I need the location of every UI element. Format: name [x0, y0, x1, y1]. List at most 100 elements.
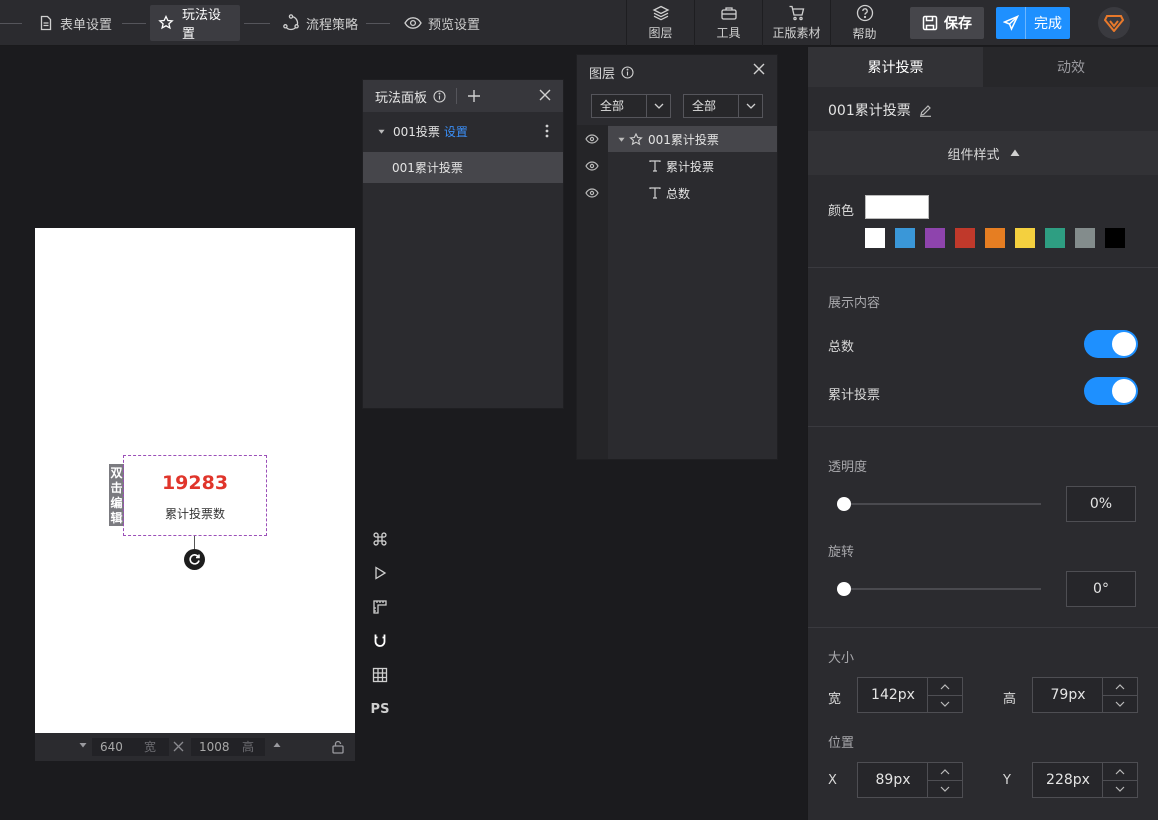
tool-label: 帮助 — [852, 27, 877, 41]
tool-label: 图层 — [648, 26, 673, 40]
visibility-eye-icon[interactable] — [585, 133, 601, 147]
opacity-value-box[interactable]: 0% — [1066, 486, 1136, 522]
layer-row-text[interactable]: 总数 — [608, 180, 777, 206]
caret-down-icon[interactable] — [378, 128, 385, 135]
toggle-total-switch[interactable] — [1084, 330, 1138, 358]
layer-filter-state-select[interactable]: 全部 — [683, 94, 763, 118]
tool-help[interactable]: 帮助 — [831, 0, 898, 46]
vote-counter-component[interactable]: 19283 累计投票数 — [123, 455, 267, 536]
tab-animation[interactable]: 动效 — [983, 47, 1158, 87]
visibility-eye-icon[interactable] — [585, 187, 601, 201]
layer-panel-title: 图层 — [589, 66, 616, 82]
magnet-icon[interactable] — [370, 631, 390, 651]
current-color-swatch[interactable] — [865, 195, 929, 219]
component-name: 001累计投票 — [828, 103, 911, 119]
command-icon[interactable] — [370, 529, 390, 549]
step-connector — [244, 23, 270, 24]
color-swatch[interactable] — [895, 228, 915, 248]
close-icon[interactable] — [753, 63, 765, 75]
chevron-down-icon[interactable] — [1103, 695, 1137, 712]
toggle-vote-total-switch[interactable] — [1084, 377, 1138, 405]
tool-licensed-assets[interactable]: 正版素材 — [763, 0, 830, 46]
width-input[interactable]: 142px — [857, 677, 963, 713]
layer-row-text[interactable]: 累计投票 — [608, 153, 777, 179]
ps-icon[interactable]: PS — [370, 699, 390, 719]
opacity-slider-track[interactable] — [839, 503, 1041, 505]
color-swatch[interactable] — [865, 228, 885, 248]
tab-label: 累计投票 — [867, 60, 924, 76]
chevron-down-icon[interactable] — [928, 695, 962, 712]
layer-row-component[interactable]: 001累计投票 — [608, 126, 777, 152]
play-item-row[interactable]: 001累计投票 — [363, 152, 563, 183]
step-form-settings[interactable]: 表单设置 — [30, 5, 120, 41]
tab-vote-total[interactable]: 累计投票 — [808, 47, 983, 87]
canvas-width-input[interactable]: 640 — [92, 738, 169, 756]
chevron-down-icon — [646, 95, 670, 117]
info-icon[interactable] — [433, 89, 446, 103]
info-icon[interactable] — [621, 65, 634, 79]
x-input[interactable]: 89px — [857, 762, 963, 798]
chevron-up-icon[interactable] — [1103, 678, 1137, 695]
visibility-eye-icon[interactable] — [585, 160, 601, 174]
more-vertical-icon[interactable] — [545, 124, 549, 138]
height-input[interactable]: 79px — [1032, 677, 1138, 713]
send-icon — [996, 7, 1026, 39]
caret-down-icon[interactable] — [618, 136, 625, 143]
opacity-slider-handle[interactable] — [837, 497, 851, 511]
save-button[interactable]: 保存 — [910, 7, 984, 39]
step-flow-strategy[interactable]: 流程策略 — [274, 5, 366, 41]
brand-logo-icon[interactable] — [1098, 7, 1130, 39]
text-icon — [649, 160, 661, 172]
add-icon[interactable] — [467, 89, 481, 103]
opacity-value: 0% — [1089, 496, 1113, 512]
properties-panel: 累计投票 动效 001累计投票 组件样式 颜色 展示内容 总数 累计投票 透明度… — [807, 47, 1158, 820]
rotation-slider-handle[interactable] — [837, 582, 851, 596]
color-swatch[interactable] — [1105, 228, 1125, 248]
rotation-value-box[interactable]: 0° — [1066, 571, 1136, 607]
section-title: 组件样式 — [947, 147, 1000, 163]
flow-icon — [282, 14, 300, 32]
ruler-icon[interactable] — [370, 597, 390, 617]
filter-state-value: 全部 — [692, 99, 717, 113]
tool-layers[interactable]: 图层 — [627, 0, 694, 46]
color-swatch[interactable] — [985, 228, 1005, 248]
component-style-section-header[interactable]: 组件样式 — [808, 131, 1158, 175]
grid-icon[interactable] — [370, 665, 390, 685]
chevron-down-icon[interactable] — [1103, 780, 1137, 797]
color-swatch[interactable] — [1015, 228, 1035, 248]
canvas-width-value: 640 — [100, 740, 123, 754]
height-label: 高 — [1003, 692, 1017, 707]
close-icon[interactable] — [539, 89, 551, 101]
caret-up-icon[interactable] — [273, 741, 281, 749]
color-swatch[interactable] — [925, 228, 945, 248]
color-swatch[interactable] — [1045, 228, 1065, 248]
chevron-down-icon[interactable] — [928, 780, 962, 797]
rotation-slider-track[interactable] — [839, 588, 1041, 590]
play-group-row[interactable]: 001投票 设置 — [363, 116, 563, 147]
color-swatch[interactable] — [1075, 228, 1095, 248]
play-icon[interactable] — [370, 563, 390, 583]
chevron-up-icon[interactable] — [928, 763, 962, 780]
lock-icon[interactable] — [331, 740, 345, 754]
caret-down-icon[interactable] — [79, 741, 87, 749]
step-play-settings[interactable]: 玩法设置 — [150, 5, 240, 42]
size-label: 大小 — [828, 651, 855, 666]
tab-label: 动效 — [1057, 60, 1085, 76]
step-preview-settings[interactable]: 预览设置 — [396, 5, 488, 41]
play-group-name: 001投票 — [393, 125, 440, 139]
play-panel-title: 玩法面板 — [375, 90, 428, 106]
color-swatch[interactable] — [955, 228, 975, 248]
chevron-up-icon[interactable] — [928, 678, 962, 695]
canvas-height-value: 1008 — [199, 740, 230, 754]
chevron-up-icon[interactable] — [1103, 763, 1137, 780]
double-click-edit-tag[interactable]: 双击编辑 — [109, 464, 124, 526]
tool-toolbox[interactable]: 工具 — [695, 0, 762, 46]
done-button[interactable]: 完成 — [996, 7, 1070, 39]
y-input[interactable]: 228px — [1032, 762, 1138, 798]
play-group-settings-link[interactable]: 设置 — [444, 123, 468, 140]
eye-icon — [404, 16, 422, 30]
layers-icon — [652, 5, 670, 21]
edit-pencil-icon[interactable] — [919, 104, 932, 117]
layer-filter-type-select[interactable]: 全部 — [591, 94, 671, 118]
rotate-handle-icon[interactable] — [184, 549, 205, 570]
